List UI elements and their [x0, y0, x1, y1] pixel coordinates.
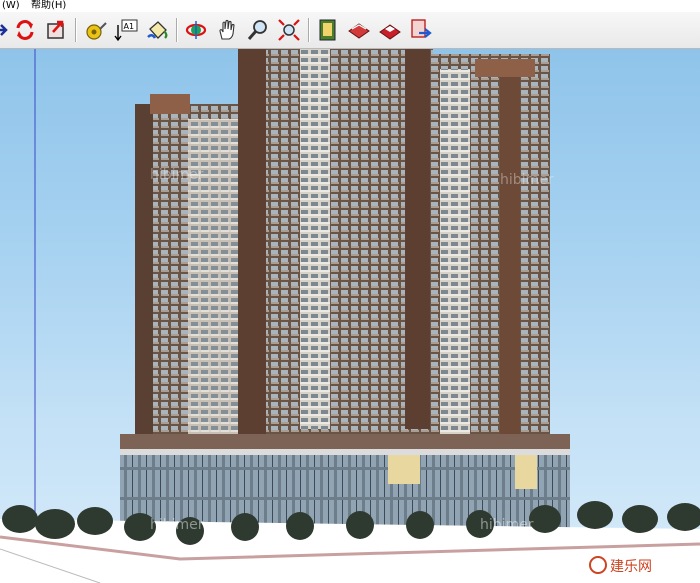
export-button[interactable]	[408, 17, 434, 43]
toolbar: A1	[0, 12, 700, 49]
svg-text:hibimer: hibimer	[480, 517, 534, 533]
zoom-button[interactable]	[245, 17, 271, 43]
tower-right	[430, 54, 550, 449]
hand-icon	[219, 19, 235, 40]
paint-bucket-icon	[147, 21, 168, 39]
paint-bucket-button[interactable]	[144, 17, 170, 43]
tower-center	[238, 49, 433, 434]
styles-button[interactable]	[377, 17, 403, 43]
styles-icon	[379, 24, 401, 40]
pushpull-icon	[47, 20, 64, 39]
toolbar-separator	[308, 18, 310, 42]
tape-measure-button[interactable]	[82, 17, 108, 43]
arrow-icon	[0, 24, 8, 36]
text-label-button[interactable]: A1	[113, 17, 139, 43]
orbit-button[interactable]	[183, 17, 209, 43]
export-icon	[411, 19, 432, 38]
pan-button[interactable]	[214, 17, 240, 43]
orbit-icon	[185, 21, 207, 39]
tape-measure-icon	[86, 22, 107, 40]
watermark-text: hibimer	[150, 167, 204, 183]
text-label-icon: A1	[114, 19, 138, 42]
zoom-icon	[247, 20, 267, 40]
select-tool-button[interactable]	[0, 17, 12, 43]
svg-text:hibimer: hibimer	[150, 517, 204, 533]
building-model-scene: hibimer hibimer hibimer hibimer 建乐网	[0, 49, 700, 583]
model-viewport[interactable]: hibimer hibimer hibimer hibimer 建乐网	[0, 49, 700, 583]
materials-icon	[348, 23, 370, 39]
zoom-extents-button[interactable]	[276, 17, 302, 43]
zoom-extents-icon	[278, 19, 300, 41]
menu-help[interactable]: 帮助(H)	[31, 0, 66, 12]
tower-left	[135, 94, 245, 449]
refresh-button[interactable]	[12, 17, 38, 43]
component-browser-button[interactable]	[315, 17, 341, 43]
svg-text:hibimer: hibimer	[500, 172, 554, 188]
toolbar-separator	[75, 18, 77, 42]
svg-text:A1: A1	[124, 22, 135, 31]
svg-text:建乐网: 建乐网	[610, 559, 652, 575]
refresh-icon	[16, 20, 34, 40]
push-pull-button[interactable]	[43, 17, 69, 43]
materials-button[interactable]	[346, 17, 372, 43]
menu-bar: (W) 帮助(H)	[0, 0, 700, 12]
menu-window[interactable]: (W)	[2, 0, 20, 12]
toolbar-separator	[176, 18, 178, 42]
book-icon	[319, 19, 336, 41]
